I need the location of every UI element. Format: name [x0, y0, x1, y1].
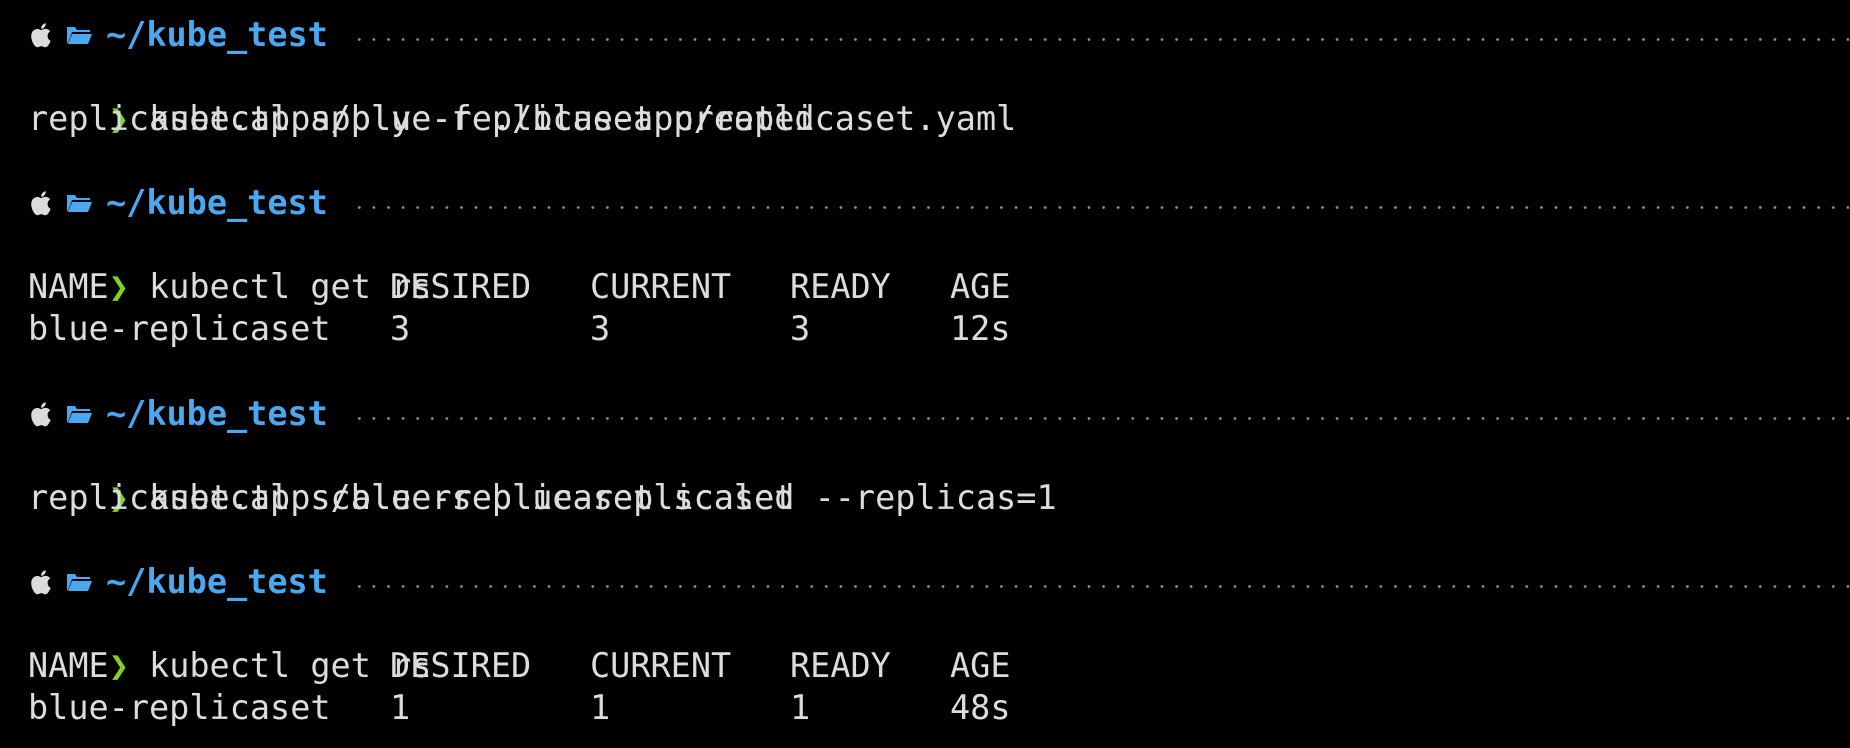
column-header-name: NAME: [28, 267, 109, 306]
command-output: replicaset.apps/blue-replicaset created: [28, 99, 815, 138]
apple-icon: [31, 570, 51, 595]
command-line: ❯ kubectl apply -f ./blue-app/replicaset…: [28, 56, 1017, 138]
folder-icon: [67, 27, 92, 44]
prompt-separator-dots: [351, 205, 1850, 209]
folder-icon: [67, 195, 92, 212]
cell-current: 1: [590, 688, 611, 727]
column-header-ready: READY: [790, 267, 891, 306]
command-line: ❯ kubectl get rs: [28, 224, 432, 306]
folder-icon: [67, 406, 92, 423]
cell-name: blue-replicaset: [28, 688, 331, 727]
table-header-row: NAME DESIRED CURRENT READY AGE: [28, 645, 1128, 687]
apple-icon: [31, 23, 51, 48]
command-line: ❯ kubectl scale rs blue-replicaset --rep…: [28, 435, 1057, 517]
cell-desired: 3: [390, 309, 411, 348]
apple-icon: [31, 402, 51, 427]
command-line: ❯ kubectl get rs: [28, 603, 432, 685]
cell-desired: 1: [390, 688, 411, 727]
prompt-line: ~/kube_test: [28, 182, 1850, 224]
cell-age: 48s: [950, 688, 1011, 727]
table-row: blue-replicaset 3 3 3 12s: [28, 308, 1128, 350]
column-header-current: CURRENT: [590, 646, 732, 685]
column-header-desired: DESIRED: [390, 267, 532, 306]
cell-name: blue-replicaset: [28, 309, 331, 348]
cell-current: 3: [590, 309, 611, 348]
prompt-separator-dots: [351, 37, 1850, 41]
column-header-age: AGE: [950, 646, 1011, 685]
prompt-line: ~/kube_test: [28, 561, 1850, 603]
column-header-current: CURRENT: [590, 267, 732, 306]
column-header-age: AGE: [950, 267, 1011, 306]
column-header-name: NAME: [28, 646, 109, 685]
prompt-separator-dots: [351, 584, 1850, 588]
cell-age: 12s: [950, 309, 1011, 348]
prompt-path: ~/kube_test: [106, 15, 328, 54]
table-header-row: NAME DESIRED CURRENT READY AGE: [28, 266, 1128, 308]
prompt-line: ~/kube_test: [28, 393, 1850, 435]
cell-ready: 3: [790, 309, 811, 348]
column-header-ready: READY: [790, 646, 891, 685]
command-output: replicaset.apps/blue-replicaset scaled: [28, 478, 795, 517]
prompt-path: ~/kube_test: [106, 183, 328, 222]
prompt-line: ~/kube_test: [28, 14, 1850, 56]
prompt-path: ~/kube_test: [106, 562, 328, 601]
column-header-desired: DESIRED: [390, 646, 532, 685]
apple-icon: [31, 191, 51, 216]
cell-ready: 1: [790, 688, 811, 727]
prompt-separator-dots: [351, 416, 1850, 420]
table-row: blue-replicaset 1 1 1 48s: [28, 687, 1128, 729]
folder-icon: [67, 574, 92, 591]
prompt-path: ~/kube_test: [106, 394, 328, 433]
